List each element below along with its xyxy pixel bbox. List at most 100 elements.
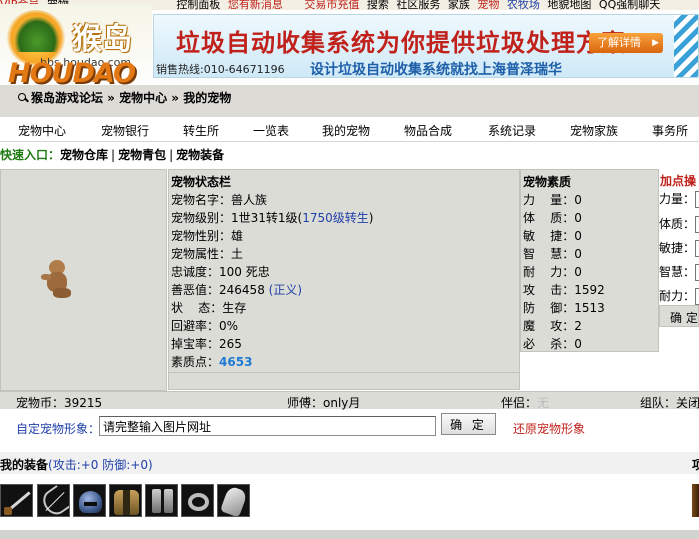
ring-icon[interactable]	[181, 484, 214, 517]
pet-loyalty: 100 死忠	[219, 265, 270, 279]
pet-drop: 265	[219, 337, 242, 351]
constitution-input[interactable]	[695, 216, 699, 233]
team-value: 关闭	[676, 396, 699, 410]
banner-slogan: 设计垃圾自动收集系统就找上海普泽瑞华	[310, 62, 562, 78]
breadcrumb-text[interactable]: 猴岛游戏论坛 » 宠物中心 » 我的宠物	[31, 91, 231, 105]
wisdom-input[interactable]	[695, 264, 699, 281]
quality-label: 智 慧：	[523, 247, 575, 261]
quality-label: 攻 击：	[523, 283, 575, 297]
menu-item-pet-center[interactable]: 宠物中心	[18, 122, 66, 139]
quality-value: 1592	[574, 283, 605, 297]
quality-value: 0	[574, 265, 582, 279]
menu-item-overview[interactable]: 一览表	[253, 122, 289, 139]
menu-item-office[interactable]: 事务所	[652, 122, 688, 139]
pet-evasion: 0%	[219, 319, 239, 333]
pet-name: 兽人族	[231, 193, 268, 207]
agility-input[interactable]	[695, 240, 699, 257]
pet-info-row: 宠物币：39215 师傅：only月 伴侣：无 组队：关闭	[0, 391, 699, 411]
evasion-label: 回避率：	[171, 319, 220, 333]
ad-banner[interactable]: 垃圾自动收集系统为你提供垃圾处理方案 销售热线:010-64671196 设计垃…	[153, 14, 699, 78]
boots-icon[interactable]	[145, 484, 178, 517]
bow-icon[interactable]	[37, 484, 70, 517]
team-field: 组队：关闭	[640, 394, 699, 411]
add-point-row: 力量：	[659, 190, 699, 208]
top-nav-item[interactable]: 宠物	[477, 0, 499, 10]
quality-row: 魔 攻：2	[523, 317, 582, 334]
strength-input[interactable]	[695, 191, 699, 208]
pet-level: 1世31转1级(	[231, 211, 303, 225]
banner-headline: 垃圾自动收集系统为你提供垃圾处理方案	[176, 29, 626, 57]
attribute-label: 宠物属性：	[171, 247, 232, 261]
image-url-input[interactable]	[99, 416, 436, 436]
add-points-confirm-button[interactable]: 确 定	[659, 305, 699, 327]
menu-item-pet-bank[interactable]: 宠物银行	[101, 122, 149, 139]
status-state-row: 状 态：生存	[171, 299, 246, 316]
quality-row: 智 慧：0	[523, 245, 582, 262]
top-nav-item[interactable]: 交易市充值	[304, 0, 359, 10]
top-nav-item[interactable]: 农牧场	[507, 0, 540, 10]
quality-value: 0	[574, 247, 582, 261]
status-attribute-row: 宠物属性：土	[171, 245, 243, 262]
quality-value: 0	[574, 229, 582, 243]
add-point-label: 耐力：	[659, 289, 696, 303]
quality-label: 耐 力：	[523, 265, 575, 279]
top-nav-item[interactable]: 家族	[448, 0, 470, 10]
status-name-row: 宠物名字：兽人族	[171, 191, 267, 208]
restore-image-link[interactable]: 还原宠物形象	[513, 420, 585, 437]
status-loyalty-row: 忠诚度：100 死忠	[171, 263, 270, 280]
status-gender-row: 宠物性别：雄	[171, 227, 243, 244]
add-point-row: 敏捷：	[659, 239, 699, 257]
menu-item-my-pet[interactable]: 我的宠物	[322, 122, 370, 139]
rebirth-level-link[interactable]: 1750级转生	[302, 211, 369, 225]
custom-image-row: 自定宠物形象： 确 定 还原宠物形象	[0, 411, 699, 441]
top-nav-item[interactable]: 地貌地图	[547, 0, 591, 10]
top-nav-item[interactable]: 搜索	[367, 0, 389, 10]
quality-label: 防 御：	[523, 301, 575, 315]
qualities-title: 宠物素质	[523, 175, 572, 189]
top-nav-item[interactable]: 您有新消息	[228, 0, 283, 10]
top-nav-item[interactable]: QQ强制聊天	[599, 0, 660, 10]
add-point-label: 体质：	[659, 217, 696, 231]
menu-item-rebirth[interactable]: 转生所	[183, 122, 219, 139]
quality-value: 0	[574, 337, 582, 351]
menu-item-item-synthesis[interactable]: 物品合成	[404, 122, 452, 139]
pet-image-panel	[0, 169, 167, 391]
status-title: 宠物状态栏	[171, 175, 232, 189]
equipment-stats: (攻击:+0 防御:+0)	[48, 458, 153, 472]
banner-hotline: 销售热线:010-64671196	[156, 63, 285, 76]
quality-value: 2	[574, 319, 582, 333]
footer-strip	[0, 530, 699, 539]
coins-field: 宠物币：39215	[16, 394, 102, 411]
partner-field: 伴侣：无	[501, 394, 549, 411]
menu-item-pet-family[interactable]: 宠物家族	[570, 122, 618, 139]
state-label: 状 态：	[171, 301, 223, 315]
equipment-extra-icon[interactable]	[692, 484, 699, 517]
quick-link-bag[interactable]: 宠物青包	[118, 148, 166, 162]
sword-icon[interactable]	[0, 484, 33, 517]
quick-link-equipment[interactable]: 宠物装备	[176, 148, 224, 162]
quick-link-warehouse[interactable]: 宠物仓库	[60, 148, 108, 162]
search-icon	[18, 93, 28, 103]
team-label: 组队：	[640, 396, 677, 410]
karma-label: 善恶值：	[171, 283, 220, 297]
add-point-label: 力量：	[659, 192, 696, 206]
gender-label: 宠物性别：	[171, 229, 232, 243]
top-nav-item[interactable]: 社区服务	[396, 0, 440, 10]
helmet-icon[interactable]	[73, 484, 106, 517]
master-value[interactable]: only月	[323, 396, 360, 410]
add-point-row: 耐力：	[659, 287, 699, 305]
quality-row: 攻 击：1592	[523, 281, 605, 298]
banner-detail-button[interactable]: 了解详情	[589, 33, 663, 53]
status-drop-row: 掉宝率：265	[171, 335, 242, 352]
quality-value: 0	[574, 211, 582, 225]
name-label: 宠物名字：	[171, 193, 232, 207]
menu-item-system-log[interactable]: 系统记录	[488, 122, 536, 139]
stamina-input[interactable]	[695, 288, 699, 305]
status-karma-row: 善恶值：246458 (正义)	[171, 281, 302, 298]
image-confirm-button[interactable]: 确 定	[441, 413, 496, 435]
partner-value: 无	[537, 396, 550, 410]
site-logo[interactable]: 猴岛 bbs.houdao.com HOUDAO	[0, 4, 152, 88]
armor-icon[interactable]	[109, 484, 142, 517]
gauntlet-icon[interactable]	[217, 484, 250, 517]
top-nav-item[interactable]: 控制面板	[176, 0, 220, 10]
